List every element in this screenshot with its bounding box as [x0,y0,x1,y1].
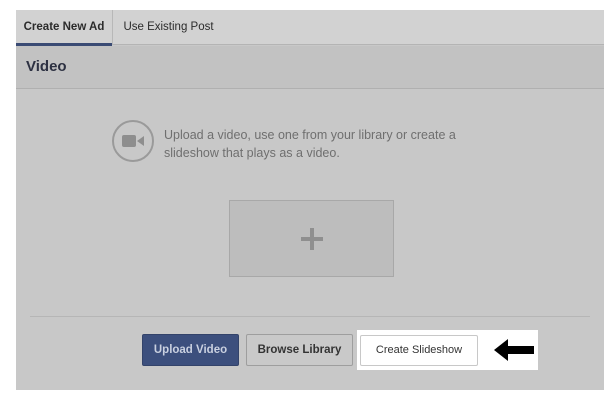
video-upload-area: Upload a video, use one from your librar… [16,90,604,390]
divider [30,316,590,317]
description-line: slideshow that plays as a video. [164,146,340,160]
tab-label: Create New Ad [23,21,105,33]
tab-label: Use Existing Post [123,21,214,33]
upload-description: Upload a video, use one from your librar… [164,126,484,162]
create-slideshow-button[interactable]: Create Slideshow [360,335,478,366]
video-camera-icon [112,120,154,162]
tab-use-existing-post[interactable]: Use Existing Post [112,10,224,45]
plus-icon [300,227,323,250]
browse-library-button[interactable]: Browse Library [246,334,353,366]
video-dropzone[interactable] [229,200,394,277]
ad-creation-panel: Create New Ad Use Existing Post Video Up… [16,10,604,390]
description-line: Upload a video, use one from your librar… [164,128,456,142]
tab-create-new-ad[interactable]: Create New Ad [16,10,112,46]
tab-bar: Create New Ad Use Existing Post [16,10,604,46]
arrow-left-icon [494,339,534,361]
section-header: Video [16,46,604,89]
section-title: Video [26,58,67,75]
upload-video-button[interactable]: Upload Video [142,334,239,366]
